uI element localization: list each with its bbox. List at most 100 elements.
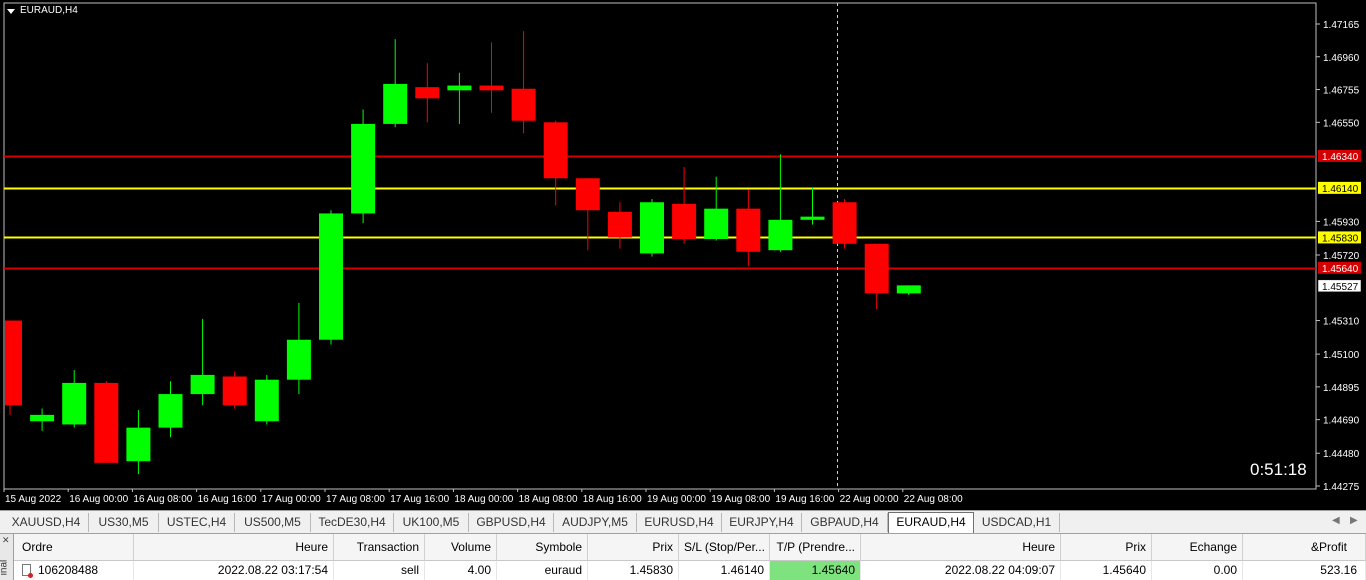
col-header-ordre[interactable]: Ordre [14, 534, 134, 561]
candle-body-13 [415, 87, 440, 99]
tab-gbpusd-h4[interactable]: GBPUSD,H4 [469, 513, 554, 532]
tab-gbpaud-h4[interactable]: GBPAUD,H4 [802, 513, 888, 532]
time-axis-label: 17 Aug 00:00 [262, 494, 321, 505]
candle-body-5 [158, 394, 183, 428]
row-symbole[interactable]: euraud [497, 561, 588, 580]
level-label: 1.46140 [1322, 184, 1359, 195]
chart-tabs-bar: XAUUSD,H4 US30,M5 USTEC,H4 US500,M5 TecD… [0, 510, 1366, 534]
candle-body-24 [768, 219, 793, 251]
row-stop-loss[interactable]: 1.46140 [679, 561, 770, 580]
chart-symbol-title: EURAUD,H4 [20, 5, 78, 16]
tab-usdcad-h1[interactable]: USDCAD,H1 [974, 513, 1060, 532]
row-transaction[interactable]: sell [334, 561, 425, 580]
candle-body-16 [511, 88, 536, 121]
col-header-take-profit[interactable]: T/P (Prendre... [770, 534, 861, 561]
tab-eurusd-h4[interactable]: EURUSD,H4 [637, 513, 722, 532]
candle-body-10 [319, 213, 343, 340]
time-axis-label: 17 Aug 16:00 [390, 494, 449, 505]
price-axis-label: 1.46550 [1323, 118, 1360, 129]
candle-body-19 [607, 211, 632, 238]
tab-ustec-h4[interactable]: USTEC,H4 [159, 513, 235, 532]
time-axis-label: 16 Aug 16:00 [198, 494, 257, 505]
tab-eurjpy-h4[interactable]: EURJPY,H4 [722, 513, 802, 532]
price-axis-label: 1.44275 [1323, 482, 1360, 493]
row-take-profit[interactable]: 1.45640 [770, 561, 861, 580]
col-header-stop-loss[interactable]: S/L (Stop/Per... [679, 534, 770, 561]
candle-body-3 [94, 382, 119, 463]
col-header-volume[interactable]: Volume [425, 534, 497, 561]
col-header-heure[interactable]: Heure [134, 534, 334, 561]
candle-body-15 [479, 85, 504, 91]
time-axis-label: 15 Aug 2022 [5, 494, 62, 505]
tabs-scroll-left-icon[interactable]: ◀ [1332, 515, 1340, 526]
price-axis-label: 1.44480 [1323, 449, 1360, 460]
chart-menu-arrow-icon[interactable] [7, 9, 15, 14]
tab-us30-m5[interactable]: US30,M5 [89, 513, 159, 532]
candle-body-23 [736, 208, 761, 252]
candle-body-28 [896, 285, 921, 294]
row-volume[interactable]: 4.00 [425, 561, 497, 580]
time-axis-label: 19 Aug 08:00 [711, 494, 770, 505]
row-ordre[interactable]: 106208488 [14, 561, 134, 580]
tab-xauusd-h4[interactable]: XAUUSD,H4 [4, 513, 89, 532]
terminal-side-label: inal [0, 559, 10, 576]
chart-window[interactable]: 1.47165 1.46960 1.46755 1.46550 1.45930 1.457… [0, 0, 1366, 510]
time-axis-label: 19 Aug 16:00 [775, 494, 834, 505]
candle-body-22 [704, 208, 729, 240]
terminal-close-icon[interactable]: ✕ [2, 535, 10, 546]
time-axis-label: 16 Aug 08:00 [133, 494, 192, 505]
col-header-symbole[interactable]: Symbole [497, 534, 588, 561]
price-axis-label: 1.44690 [1323, 416, 1360, 427]
time-axis-label: 22 Aug 08:00 [904, 494, 963, 505]
tab-us500-m5[interactable]: US500,M5 [235, 513, 311, 532]
row-profit[interactable]: 523.16 [1243, 561, 1366, 580]
candle-body-0 [5, 320, 22, 406]
candle-body-12 [383, 83, 408, 124]
candle-body-26 [832, 202, 857, 244]
col-header-profit[interactable]: &Profit [1243, 534, 1366, 561]
terminal-side-strip: ✕ inal [0, 534, 14, 580]
col-header-echange[interactable]: Echange [1152, 534, 1243, 561]
price-axis-label: 1.44895 [1323, 383, 1360, 394]
row-echange[interactable]: 0.00 [1152, 561, 1243, 580]
candle-body-2 [62, 382, 87, 425]
candlestick-chart[interactable]: 1.47165 1.46960 1.46755 1.46550 1.45930 1.457… [0, 0, 1366, 510]
time-axis-label: 19 Aug 00:00 [647, 494, 706, 505]
terminal-panel: ✕ inal Ordre Heure Transaction Volume Sy… [0, 534, 1366, 580]
candle-body-25 [800, 216, 825, 220]
time-axis-label: 18 Aug 08:00 [519, 494, 578, 505]
row-prix[interactable]: 1.45830 [588, 561, 679, 580]
level-label: 1.45830 [1322, 233, 1359, 244]
col-header-transaction[interactable]: Transaction [334, 534, 425, 561]
price-axis-label: 1.46960 [1323, 53, 1360, 64]
col-header-prix[interactable]: Prix [588, 534, 679, 561]
time-axis-label: 18 Aug 16:00 [583, 494, 642, 505]
bar-countdown-timer: 0:51:18 [1250, 460, 1307, 479]
tabs-scroll-right-icon[interactable]: ▶ [1350, 515, 1358, 526]
col-header-prix-close[interactable]: Prix [1061, 534, 1152, 561]
price-axis-label: 1.45310 [1323, 317, 1360, 328]
price-axis-label: 1.45100 [1323, 350, 1360, 361]
time-axis-label: 16 Aug 00:00 [69, 494, 128, 505]
row-heure[interactable]: 2022.08.22 03:17:54 [134, 561, 334, 580]
tab-audjpy-m5[interactable]: AUDJPY,M5 [554, 513, 637, 532]
tab-uk100-m5[interactable]: UK100,M5 [394, 513, 469, 532]
time-axis-label: 18 Aug 00:00 [454, 494, 513, 505]
candle-body-7 [222, 376, 247, 406]
tab-tecde30-h4[interactable]: TecDE30,H4 [311, 513, 394, 532]
row-heure-close[interactable]: 2022.08.22 04:09:07 [861, 561, 1061, 580]
candle-body-18 [575, 178, 600, 211]
tab-euraud-h4[interactable]: EURAUD,H4 [888, 512, 974, 533]
candle-body-1 [30, 414, 55, 422]
candle-body-8 [254, 379, 279, 422]
price-axis-label: 1.45930 [1323, 217, 1360, 228]
level-label: 1.46340 [1322, 152, 1359, 163]
candle-body-27 [864, 243, 889, 294]
time-axis-label: 17 Aug 08:00 [326, 494, 385, 505]
candle-body-17 [543, 122, 568, 179]
candle-body-20 [640, 202, 664, 254]
candle-body-4 [126, 427, 151, 462]
col-header-heure-close[interactable]: Heure [861, 534, 1061, 561]
row-prix-close[interactable]: 1.45640 [1061, 561, 1152, 580]
price-axis-label: 1.45720 [1323, 251, 1360, 262]
